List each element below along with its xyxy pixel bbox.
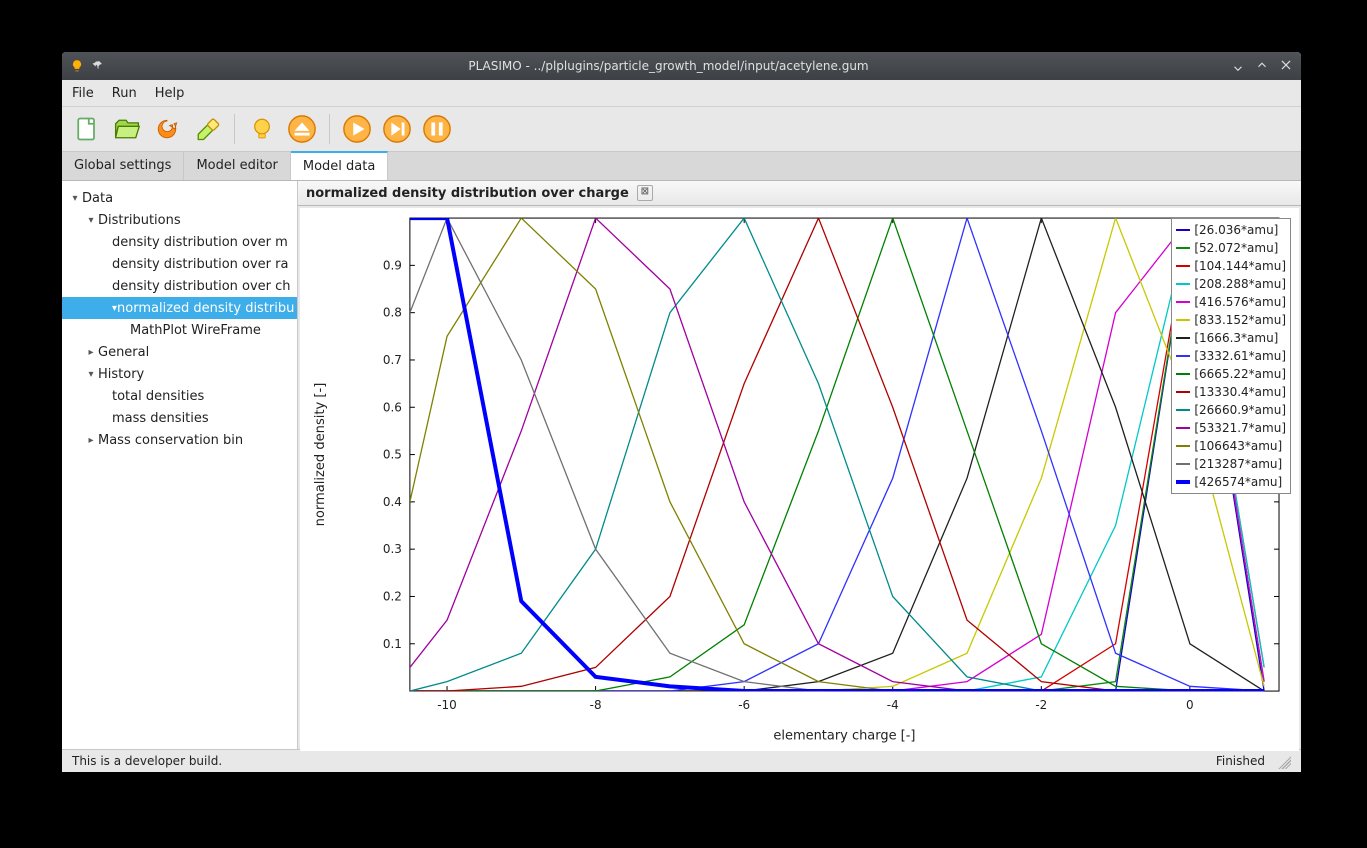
legend-item: [416.576*amu] — [1176, 293, 1286, 311]
tree-mass[interactable]: ▸Mass conservation bin — [62, 429, 297, 451]
menu-help[interactable]: Help — [155, 86, 185, 101]
play-button[interactable] — [340, 112, 374, 146]
svg-text:elementary charge [-]: elementary charge [-] — [773, 728, 915, 743]
idea-button[interactable] — [245, 112, 279, 146]
menubar: File Run Help — [62, 80, 1301, 107]
new-button[interactable] — [70, 112, 104, 146]
chart-legend: [26.036*amu][52.072*amu][104.144*amu][20… — [1171, 218, 1291, 494]
maximize-button[interactable] — [1255, 58, 1269, 75]
svg-text:0.3: 0.3 — [383, 542, 402, 556]
tree-d3[interactable]: density distribution over ch — [62, 275, 297, 297]
legend-item: [52.072*amu] — [1176, 239, 1286, 257]
menu-file[interactable]: File — [72, 86, 94, 101]
svg-text:-2: -2 — [1035, 698, 1047, 712]
legend-item: [26660.9*amu] — [1176, 401, 1286, 419]
svg-text:-4: -4 — [887, 698, 899, 712]
content-tab-close[interactable]: ⊠ — [637, 185, 653, 201]
pause-button[interactable] — [420, 112, 454, 146]
svg-text:0.2: 0.2 — [383, 589, 402, 603]
svg-text:0.6: 0.6 — [383, 400, 402, 414]
tree-d2[interactable]: density distribution over ra — [62, 253, 297, 275]
clear-button[interactable] — [190, 112, 224, 146]
svg-text:0.9: 0.9 — [383, 258, 402, 272]
legend-item: [3332.61*amu] — [1176, 347, 1286, 365]
tree-distributions[interactable]: ▾Distributions — [62, 209, 297, 231]
statusbar: This is a developer build. Finished — [62, 749, 1301, 772]
tree-d4[interactable]: ▾normalized density distribu — [62, 297, 297, 319]
legend-item: [426574*amu] — [1176, 473, 1286, 491]
toolbar — [62, 107, 1301, 152]
content-tab: normalized density distribution over cha… — [298, 181, 1301, 206]
legend-item: [208.288*amu] — [1176, 275, 1286, 293]
svg-text:0: 0 — [1186, 698, 1194, 712]
svg-text:-10: -10 — [437, 698, 457, 712]
svg-text:normalized density [-]: normalized density [-] — [313, 383, 328, 527]
legend-item: [53321.7*amu] — [1176, 419, 1286, 437]
menu-run[interactable]: Run — [112, 86, 137, 101]
legend-item: [833.152*amu] — [1176, 311, 1286, 329]
tabstrip: Global settings Model editor Model data — [62, 152, 1301, 181]
app-icon — [70, 59, 84, 73]
window-title: PLASIMO - ../plplugins/particle_growth_m… — [106, 59, 1231, 73]
eject-button[interactable] — [285, 112, 319, 146]
open-button[interactable] — [110, 112, 144, 146]
step-button[interactable] — [380, 112, 414, 146]
minimize-button[interactable] — [1231, 58, 1245, 75]
tree-panel: ▾Data ▾Distributions density distributio… — [62, 181, 298, 749]
tab-global-settings[interactable]: Global settings — [62, 152, 184, 180]
tree-data[interactable]: ▾Data — [62, 187, 297, 209]
close-button[interactable] — [1279, 58, 1293, 75]
svg-text:0.8: 0.8 — [383, 306, 402, 320]
tree-h2[interactable]: mass densities — [62, 407, 297, 429]
content-area: normalized density distribution over cha… — [298, 181, 1301, 749]
svg-text:-8: -8 — [590, 698, 602, 712]
tab-model-editor[interactable]: Model editor — [184, 152, 290, 180]
app-window: PLASIMO - ../plplugins/particle_growth_m… — [62, 52, 1301, 772]
svg-text:0.5: 0.5 — [383, 448, 402, 462]
tree-history[interactable]: ▾History — [62, 363, 297, 385]
tree-h1[interactable]: total densities — [62, 385, 297, 407]
svg-text:0.7: 0.7 — [383, 353, 402, 367]
tree-d4c[interactable]: MathPlot WireFrame — [62, 319, 297, 341]
titlebar[interactable]: PLASIMO - ../plplugins/particle_growth_m… — [62, 52, 1301, 80]
svg-text:-6: -6 — [738, 698, 750, 712]
content-tab-title: normalized density distribution over cha… — [306, 186, 629, 201]
status-right: Finished — [1216, 754, 1265, 768]
legend-item: [106643*amu] — [1176, 437, 1286, 455]
resize-grip[interactable] — [1275, 753, 1291, 769]
reload-button[interactable] — [150, 112, 184, 146]
svg-text:0.1: 0.1 — [383, 637, 402, 651]
tab-model-data[interactable]: Model data — [291, 151, 388, 180]
legend-item: [1666.3*amu] — [1176, 329, 1286, 347]
tree-general[interactable]: ▸General — [62, 341, 297, 363]
pin-icon[interactable] — [92, 59, 106, 73]
legend-item: [213287*amu] — [1176, 455, 1286, 473]
legend-item: [26.036*amu] — [1176, 221, 1286, 239]
chart: 0.1 0.2 0.3 0.4 0.5 0.6 0.7 0.8 0.9 -10 -8 -6 -4 -2 0 e… — [300, 208, 1299, 751]
legend-item: [13330.4*amu] — [1176, 383, 1286, 401]
tree-d1[interactable]: density distribution over m — [62, 231, 297, 253]
legend-item: [6665.22*amu] — [1176, 365, 1286, 383]
svg-text:0.4: 0.4 — [383, 495, 402, 509]
legend-item: [104.144*amu] — [1176, 257, 1286, 275]
status-left: This is a developer build. — [72, 754, 222, 768]
